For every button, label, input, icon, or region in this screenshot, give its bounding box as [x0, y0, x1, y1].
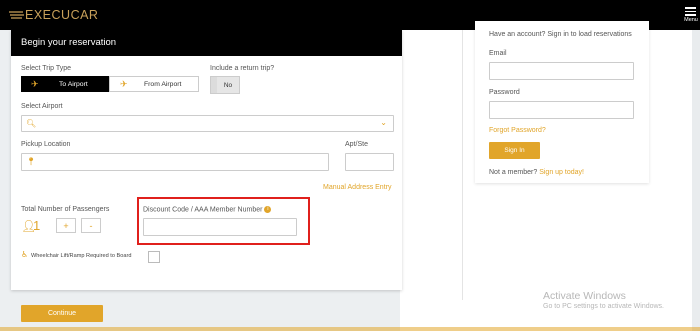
apt-ste-label: Apt/Ste: [345, 141, 368, 148]
logo-swoosh-icon: [9, 10, 24, 19]
login-prompt: Have an account? Sign in to load reserva…: [489, 31, 632, 38]
return-trip-value: No: [217, 77, 239, 93]
pickup-location-input[interactable]: 📍︎: [21, 153, 329, 171]
decrease-passengers-button[interactable]: -: [81, 218, 101, 233]
manual-address-entry-link[interactable]: Manual Address Entry: [323, 184, 391, 191]
page-scrollbar[interactable]: [692, 30, 700, 331]
activate-windows-subtitle: Go to PC settings to activate Windows.: [543, 303, 664, 310]
activate-windows-title: Activate Windows: [543, 290, 626, 302]
return-trip-label: Include a return trip?: [210, 65, 275, 72]
logo[interactable]: EXECUCAR: [9, 8, 98, 22]
from-airport-button[interactable]: ✈ From Airport: [109, 76, 199, 92]
passenger-count: 1: [33, 218, 41, 233]
sign-up-link[interactable]: Sign up today!: [539, 169, 584, 176]
trip-type-label: Select Trip Type: [21, 65, 72, 72]
continue-button[interactable]: Continue: [21, 305, 103, 322]
divider: [462, 30, 463, 300]
select-airport-label: Select Airport: [21, 103, 63, 110]
bottom-accent-line: [0, 327, 700, 331]
not-member-text: Not a member?: [489, 169, 538, 176]
pickup-location-label: Pickup Location: [21, 141, 71, 148]
airport-select[interactable]: 🔍︎ ⌄: [21, 115, 394, 132]
passengers-label: Total Number of Passengers: [21, 206, 110, 213]
from-airport-label: From Airport: [144, 80, 182, 88]
sign-in-button[interactable]: Sign In: [489, 142, 540, 159]
forgot-password-link[interactable]: Forgot Password?: [489, 127, 546, 134]
info-icon[interactable]: i: [264, 206, 272, 213]
password-label: Password: [489, 89, 520, 96]
location-pin-icon: 📍︎: [26, 157, 37, 166]
increase-passengers-button[interactable]: +: [56, 218, 76, 233]
discount-code-label-text: Discount Code / AAA Member Number: [143, 206, 263, 214]
discount-code-label: Discount Code / AAA Member Number i: [143, 206, 272, 214]
menu-button[interactable]: Menu: [684, 7, 698, 23]
reservation-title: Begin your reservation: [21, 37, 117, 48]
airplane-takeoff-icon: ✈: [31, 78, 39, 89]
hamburger-icon: [684, 7, 698, 16]
to-airport-label: To Airport: [59, 80, 88, 88]
apt-ste-input[interactable]: [345, 153, 394, 171]
logo-text: EXECUCAR: [25, 8, 99, 22]
return-trip-toggle[interactable]: No: [210, 76, 240, 94]
wheelchair-icon: ♿︎: [21, 250, 29, 259]
search-icon: 🔍︎: [26, 119, 37, 128]
password-field[interactable]: [489, 101, 634, 119]
wheelchair-label: Wheelchair Lift/Ramp Required to Board: [31, 253, 132, 259]
menu-label: Menu: [684, 16, 698, 23]
email-field[interactable]: [489, 62, 634, 80]
airplane-landing-icon: ✈: [120, 78, 128, 89]
discount-code-input[interactable]: [143, 218, 297, 236]
signup-prompt: Not a member? Sign up today!: [489, 169, 584, 176]
email-label: Email: [489, 50, 507, 57]
wheelchair-checkbox[interactable]: [148, 251, 160, 263]
chevron-down-icon: ⌄: [380, 118, 387, 127]
to-airport-button[interactable]: ✈ To Airport: [21, 76, 109, 92]
reservation-card-header: Begin your reservation: [11, 30, 402, 56]
